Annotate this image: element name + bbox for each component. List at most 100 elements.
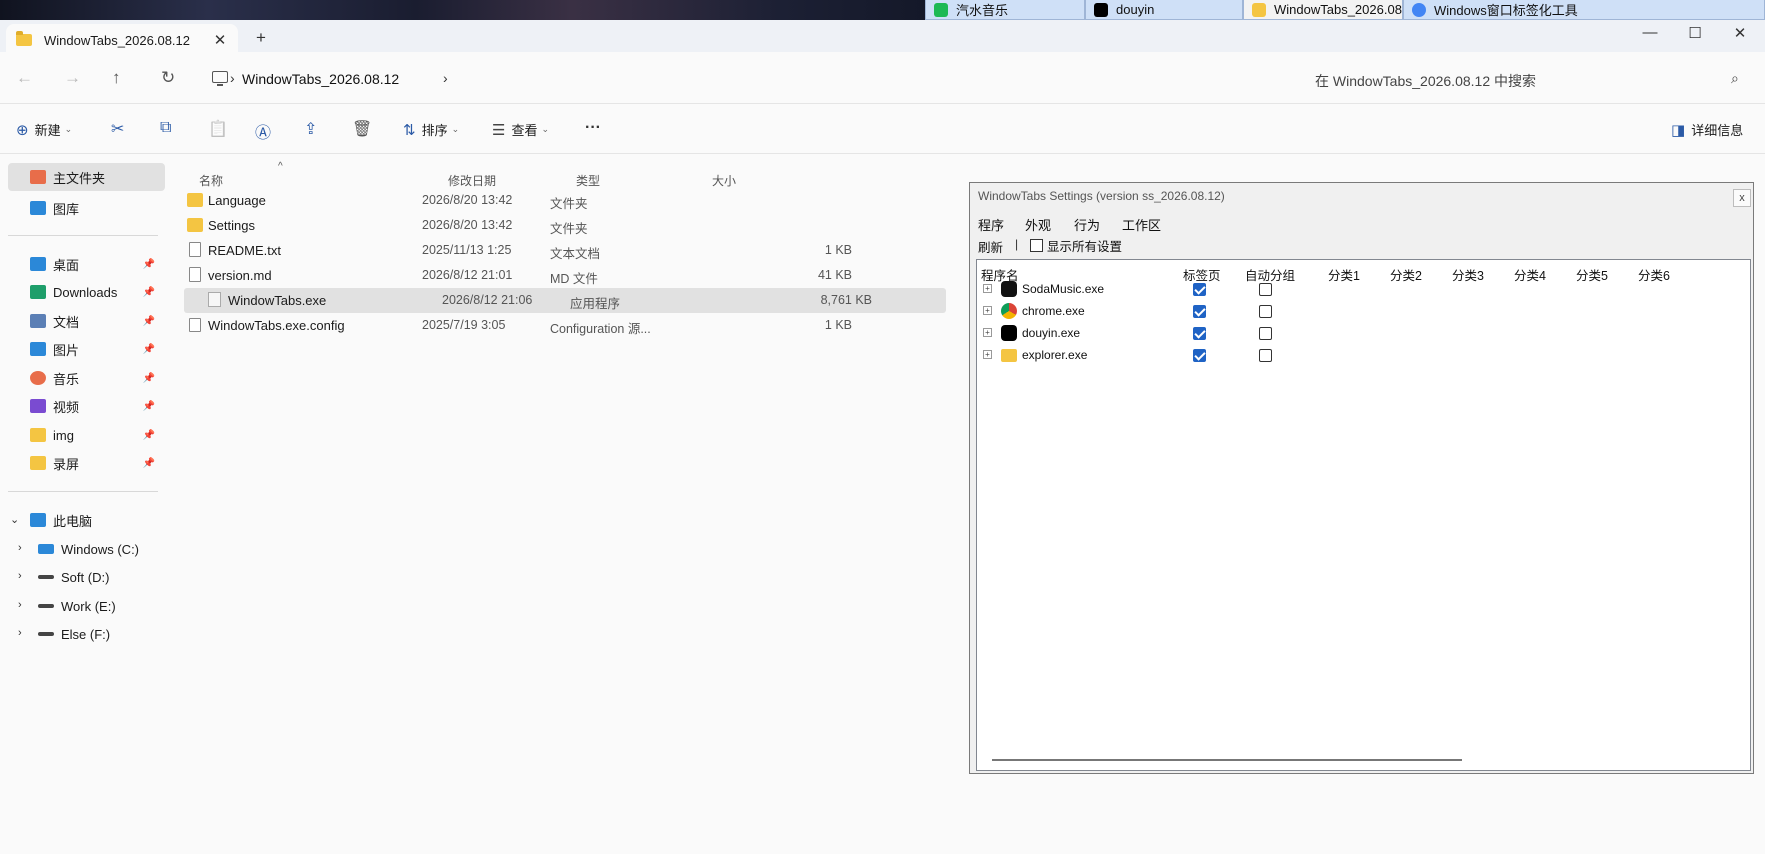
sidebar-item-label: 音乐 bbox=[53, 371, 80, 387]
expand-icon[interactable]: + bbox=[983, 328, 992, 337]
settings-tab-appearance[interactable]: 外观 bbox=[1025, 215, 1051, 234]
settings-tab-programs[interactable]: 程序 bbox=[978, 215, 1004, 234]
show-all-settings-checkbox[interactable] bbox=[1030, 239, 1043, 252]
new-button[interactable]: ⊕ 新建 ⌄ bbox=[16, 120, 72, 139]
refresh-button[interactable]: 刷新 bbox=[978, 237, 1003, 256]
chevron-right-icon[interactable]: › bbox=[443, 70, 448, 86]
folder-icon bbox=[16, 31, 32, 46]
file-row[interactable]: WindowTabs.exe.config 2025/7/19 3:05 Con… bbox=[164, 313, 926, 338]
program-row[interactable]: + chrome.exe bbox=[977, 299, 1750, 323]
tabs-checkbox[interactable] bbox=[1193, 327, 1206, 340]
pin-icon[interactable]: 📌 bbox=[143, 316, 155, 327]
pin-icon[interactable]: 📌 bbox=[143, 344, 155, 355]
column-header-type[interactable]: 类型 bbox=[576, 172, 600, 189]
rename-icon[interactable]: Ⓐ bbox=[255, 119, 271, 143]
sidebar-item-home[interactable]: 主文件夹 bbox=[8, 163, 165, 191]
file-row[interactable]: version.md 2026/8/12 21:01 MD 文件 41 KB bbox=[164, 263, 926, 288]
autogroup-checkbox[interactable] bbox=[1259, 327, 1272, 340]
cut-icon[interactable]: ✂ bbox=[111, 119, 124, 139]
pin-icon[interactable]: 📌 bbox=[143, 401, 155, 412]
computer-icon[interactable] bbox=[212, 71, 228, 86]
column-header-date[interactable]: 修改日期 bbox=[448, 172, 496, 189]
program-row[interactable]: + SodaMusic.exe bbox=[977, 277, 1750, 301]
search-icon[interactable]: ⌕ bbox=[1731, 70, 1739, 87]
pin-icon[interactable]: 📌 bbox=[143, 458, 155, 469]
share-icon[interactable]: ⇪ bbox=[304, 119, 317, 139]
program-row[interactable]: + explorer.exe bbox=[977, 343, 1750, 367]
file-row[interactable]: Language 2026/8/20 13:42 文件夹 bbox=[164, 188, 926, 213]
breadcrumb-folder[interactable]: WindowTabs_2026.08.12 bbox=[242, 71, 399, 87]
horizontal-scrollbar[interactable] bbox=[992, 759, 1462, 761]
sort-button[interactable]: ⇅ 排序 ⌄ bbox=[403, 120, 459, 139]
settings-close-button[interactable]: x bbox=[1733, 189, 1751, 207]
column-header-size[interactable]: 大小 bbox=[712, 172, 736, 189]
settings-tab-behavior[interactable]: 行为 bbox=[1074, 215, 1100, 234]
file-date: 2025/7/19 3:05 bbox=[422, 318, 506, 332]
autogroup-checkbox[interactable] bbox=[1259, 283, 1272, 296]
file-row-selected[interactable]: WindowTabs.exe 2026/8/12 21:06 应用程序 8,76… bbox=[184, 288, 946, 313]
more-options-icon[interactable]: ··· bbox=[585, 119, 601, 137]
details-label: 详细信息 bbox=[1691, 123, 1744, 138]
sidebar-item-pictures[interactable]: 图片 📌 bbox=[8, 335, 165, 363]
expand-icon[interactable]: + bbox=[983, 350, 992, 359]
external-tab-windowtabs[interactable]: WindowTabs_2026.08.12 bbox=[1243, 0, 1403, 20]
sidebar-item-drive-f[interactable]: Else (F:) bbox=[8, 620, 165, 648]
forward-button[interactable]: → bbox=[64, 68, 81, 88]
tabs-checkbox[interactable] bbox=[1193, 349, 1206, 362]
sidebar-item-gallery[interactable]: 图库 bbox=[8, 194, 165, 222]
minimize-button[interactable]: — bbox=[1630, 24, 1670, 41]
copy-icon[interactable]: ⧉ bbox=[160, 119, 171, 137]
file-size: 8,761 KB bbox=[820, 293, 872, 307]
explorer-tab[interactable]: WindowTabs_2026.08.12 ✕ bbox=[6, 24, 238, 56]
sidebar-item-recordings[interactable]: 录屏 📌 bbox=[8, 449, 165, 477]
external-tab-douyin[interactable]: douyin bbox=[1085, 0, 1243, 20]
view-label: 查看 bbox=[511, 123, 538, 138]
sidebar-item-music[interactable]: 音乐 📌 bbox=[8, 364, 165, 392]
file-name: version.md bbox=[208, 268, 272, 283]
program-grid: 程序名 标签页 自动分组 分类1 分类2 分类3 分类4 分类5 分类6 + S… bbox=[976, 259, 1751, 771]
navigation-pane: 主文件夹 图库 桌面 📌 Downloads 📌 文档 📌 图片 📌 音乐 📌 … bbox=[0, 160, 165, 854]
sidebar-item-drive-e[interactable]: Work (E:) bbox=[8, 592, 165, 620]
settings-tab-workspace[interactable]: 工作区 bbox=[1122, 215, 1161, 234]
sidebar-item-desktop[interactable]: 桌面 📌 bbox=[8, 250, 165, 278]
windowtabs-settings-window: WindowTabs Settings (version ss_2026.08.… bbox=[969, 182, 1754, 774]
sidebar-item-videos[interactable]: 视频 📌 bbox=[8, 392, 165, 420]
close-tab-icon[interactable]: ✕ bbox=[208, 31, 232, 49]
refresh-button[interactable]: ↻ bbox=[161, 68, 175, 88]
maximize-button[interactable]: ☐ bbox=[1675, 24, 1715, 42]
qishui-music-icon bbox=[934, 2, 948, 17]
paste-icon[interactable]: 📋 bbox=[208, 119, 228, 139]
sidebar-item-img[interactable]: img 📌 bbox=[8, 421, 165, 449]
chevron-right-icon[interactable]: › bbox=[230, 70, 235, 86]
sidebar-item-this-pc[interactable]: 此电脑 bbox=[8, 506, 165, 534]
sidebar-item-documents[interactable]: 文档 📌 bbox=[8, 307, 165, 335]
expand-icon[interactable]: + bbox=[983, 306, 992, 315]
expand-icon[interactable]: + bbox=[983, 284, 992, 293]
external-tab-chrome[interactable]: Windows窗口标签化工具 bbox=[1403, 0, 1765, 20]
external-tab-qishui[interactable]: 汽水音乐 bbox=[925, 0, 1085, 20]
file-row[interactable]: README.txt 2025/11/13 1:25 文本文档 1 KB bbox=[164, 238, 926, 263]
sidebar-item-drive-d[interactable]: Soft (D:) bbox=[8, 563, 165, 591]
column-header-name[interactable]: 名称 bbox=[199, 172, 223, 189]
pin-icon[interactable]: 📌 bbox=[143, 259, 155, 270]
details-pane-button[interactable]: ◨ 详细信息 bbox=[1671, 120, 1743, 139]
program-row[interactable]: + douyin.exe bbox=[977, 321, 1750, 345]
sidebar-item-label: 视频 bbox=[53, 399, 80, 415]
delete-icon[interactable]: 🗑 bbox=[352, 119, 372, 139]
view-button[interactable]: ☰ 查看 ⌄ bbox=[492, 120, 549, 139]
pin-icon[interactable]: 📌 bbox=[143, 430, 155, 441]
back-button[interactable]: ← bbox=[16, 68, 33, 88]
pin-icon[interactable]: 📌 bbox=[143, 373, 155, 384]
sidebar-item-drive-c[interactable]: Windows (C:) bbox=[8, 535, 165, 563]
autogroup-checkbox[interactable] bbox=[1259, 305, 1272, 318]
file-row[interactable]: Settings 2026/8/20 13:42 文件夹 bbox=[164, 213, 926, 238]
autogroup-checkbox[interactable] bbox=[1259, 349, 1272, 362]
up-button[interactable]: ↑ bbox=[112, 68, 121, 88]
tabs-checkbox[interactable] bbox=[1193, 283, 1206, 296]
close-window-button[interactable]: ✕ bbox=[1720, 24, 1760, 42]
new-tab-button[interactable]: + bbox=[256, 28, 266, 48]
tabs-checkbox[interactable] bbox=[1193, 305, 1206, 318]
pin-icon[interactable]: 📌 bbox=[143, 287, 155, 298]
sidebar-item-downloads[interactable]: Downloads 📌 bbox=[8, 278, 165, 306]
search-input[interactable]: 在 WindowTabs_2026.08.12 中搜索 bbox=[1315, 71, 1536, 91]
